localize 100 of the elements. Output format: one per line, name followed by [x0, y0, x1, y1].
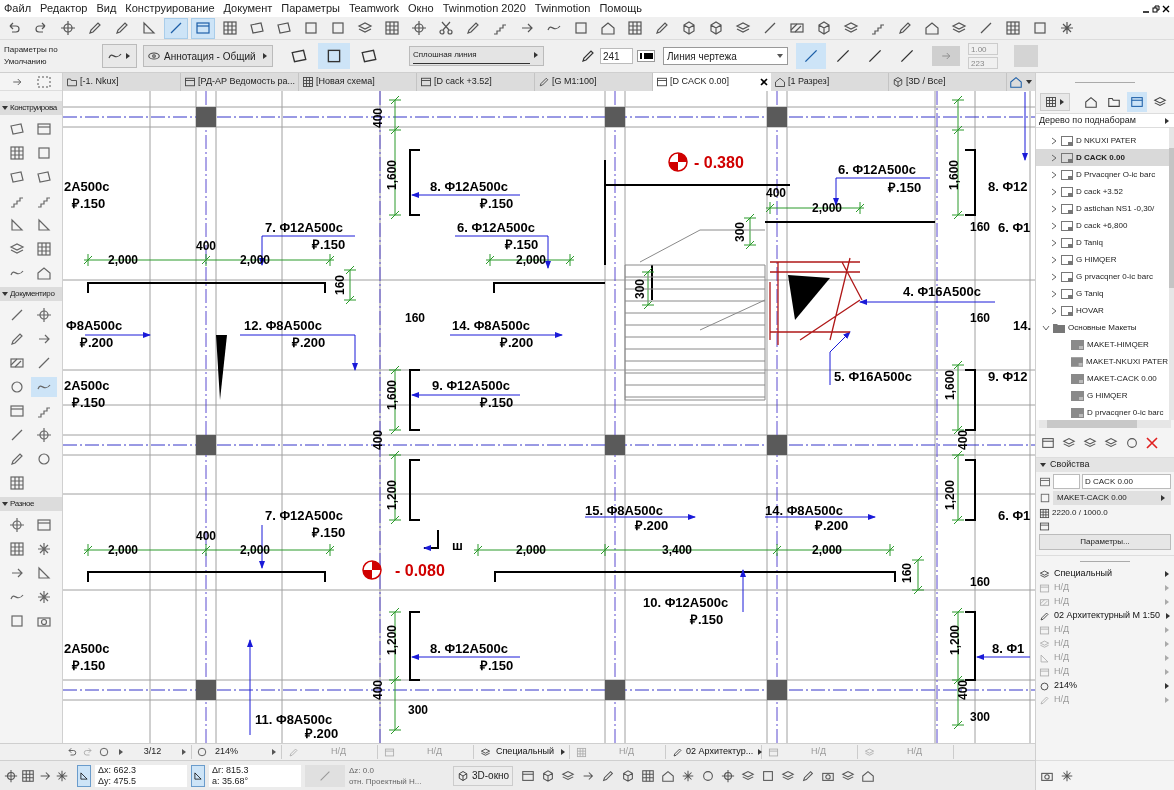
dimension-text: 160	[900, 563, 914, 583]
rebar-label: 9. Φ12A500c	[432, 378, 510, 393]
rebar-label: 15. Φ8A500c	[585, 503, 663, 518]
menu-item[interactable]: Twinmotion	[534, 0, 591, 17]
rebar-label: ₽.150	[480, 395, 514, 410]
rebar-label: 7. Φ12A500c	[265, 508, 343, 523]
rebar-label: 2A500c	[64, 641, 110, 656]
dimension-text: 400	[196, 239, 217, 253]
dimension-text: 1,200	[385, 480, 399, 510]
navigator-item[interactable]: D Taniq	[1036, 234, 1169, 251]
navigator-item[interactable]: HOVAR	[1036, 302, 1169, 319]
rebar-label: 14.	[1013, 318, 1032, 333]
toolbox-section-header[interactable]: Конструирова	[0, 101, 62, 115]
dimension-text: 160	[970, 220, 991, 234]
coordinate-value: a: 35.68°	[212, 775, 250, 787]
navigator-item[interactable]: D astichan NS1 -0,30/	[1036, 200, 1169, 217]
navigator-item[interactable]: G HIMQER	[1036, 251, 1169, 268]
menu-item[interactable]: Редактор	[40, 0, 88, 17]
dimension-text: 400	[956, 430, 970, 450]
dimension-text: 2,000	[240, 253, 271, 267]
toolbox-section-header[interactable]: Документиро	[0, 287, 62, 301]
rebar-label: 2A500c	[64, 179, 110, 194]
status-field[interactable]: Специальный	[478, 745, 570, 759]
menu-item[interactable]: Параметры	[281, 0, 340, 17]
dimension-text: 1,200	[948, 625, 962, 655]
dimension-text: 2,000	[240, 543, 271, 557]
level-text: - 0.380	[694, 154, 744, 171]
menu-item[interactable]: Окно	[408, 0, 434, 17]
3d-window-button[interactable]: 3D-окно	[453, 765, 514, 786]
menu-item[interactable]: Teamwork	[348, 0, 400, 17]
rebar-label: ₽.200	[80, 335, 114, 350]
rebar-label: 6. Φ1	[998, 508, 1031, 523]
menu-item[interactable]: Вид	[96, 0, 117, 17]
view-setting-row[interactable]: 214%	[1036, 679, 1174, 693]
dimension-text: 1,600	[943, 370, 957, 400]
view-tab[interactable]: [D CACK 0.00]	[653, 73, 771, 91]
dimension-text: 1,600	[947, 160, 961, 190]
name-field[interactable]: D CACK 0.00	[1082, 474, 1171, 489]
dimension-text: 160	[405, 311, 426, 325]
rebar-label: 5. Φ16A500c	[834, 369, 912, 384]
rebar-label: 12. Φ8A500c	[244, 318, 322, 333]
dimension-text: 400	[196, 529, 217, 543]
navigator-item[interactable]: MAKET-NKUXI PATER	[1036, 353, 1169, 370]
dimension-text: 1,600	[385, 160, 399, 190]
rebar-label: ₽.200	[635, 518, 669, 533]
line-type-dropdown[interactable]: Сплошная линия	[409, 46, 544, 66]
rebar-label: 14. Φ8A500c	[452, 318, 530, 333]
dimension-text: 3,400	[662, 543, 693, 557]
toolbox-section-header[interactable]: Разное	[0, 497, 62, 511]
layout-dropdown[interactable]: MAKET-CACK 0.00	[1053, 491, 1171, 505]
menu-item[interactable]: Документ	[223, 0, 273, 17]
rebar-label: ₽.150	[312, 525, 346, 540]
parameters-button[interactable]: Параметры...	[1039, 534, 1171, 550]
navigator-item[interactable]: G Taniq	[1036, 285, 1169, 302]
dimension-text: 300	[733, 222, 747, 242]
navigator-item[interactable]: D cack +3.52	[1036, 183, 1169, 200]
navigator-mode-dropdown[interactable]: Дерево по поднаборам	[1036, 113, 1174, 128]
rebar-label: ₽.200	[815, 518, 849, 533]
rebar-label: 6. Φ1	[998, 220, 1031, 235]
dimension-text: 400	[371, 680, 385, 700]
menu-item[interactable]: Помощь	[599, 0, 642, 17]
navigator-item[interactable]: D CACK 0.00	[1036, 149, 1169, 166]
rebar-label: 7. Φ12A500c	[265, 220, 343, 235]
navigator-item[interactable]: G HIMQER	[1036, 387, 1169, 404]
navigator-item[interactable]: MAKET-CACK 0.00	[1036, 370, 1169, 387]
menu-item[interactable]: Файл	[4, 0, 32, 17]
navigator-item[interactable]: D NKUXI PATER	[1036, 132, 1169, 149]
properties-header[interactable]: Свойства	[1036, 458, 1174, 472]
rebar-label: ₽.150	[72, 196, 106, 211]
rebar-label: ₽.150	[480, 658, 514, 673]
rebar-label: ₽.150	[480, 196, 514, 211]
coordinate-value: Δr: 815.3	[212, 764, 250, 776]
pen-field[interactable]: 241	[600, 48, 633, 64]
status-field[interactable]: 02 Архитектур...	[670, 745, 762, 759]
navigator-item[interactable]: MAKET-HIMQER	[1036, 336, 1169, 353]
rebar-label: ₽.200	[292, 335, 326, 350]
zoom-field[interactable]: 214%	[212, 745, 282, 759]
rebar-label: 8. Φ12	[988, 179, 1028, 194]
rebar-label: 6. Φ12A500c	[457, 220, 535, 235]
dimension-text: 160	[970, 575, 991, 589]
navigator-item[interactable]: Основные Макеты	[1036, 319, 1169, 336]
navigator-item[interactable]: D Prvacqner O-ic barc	[1036, 166, 1169, 183]
dimension-text: 2,000	[108, 253, 139, 267]
dimension-text: 400	[766, 186, 787, 200]
menu-item[interactable]: Конструирование	[125, 0, 215, 17]
navigator-item[interactable]: G prvacqner 0-ic barc	[1036, 268, 1169, 285]
view-setting-row[interactable]: 02 Архитектурный М 1:50	[1036, 609, 1174, 623]
view-setting-row[interactable]: Специальный	[1036, 567, 1174, 581]
line-category-dropdown[interactable]: Линия чертежа	[663, 47, 788, 65]
dimension-text: 1,200	[385, 625, 399, 655]
page-navigator[interactable]: 3/12	[114, 745, 192, 759]
dimension-text: 300	[408, 703, 429, 717]
navigator-item[interactable]: D prvacqner 0-ic barc	[1036, 404, 1169, 421]
dimension-text: 1,200	[943, 480, 957, 510]
menu-item[interactable]: Twinmotion 2020	[442, 0, 526, 17]
rebar-label: ₽.150	[72, 658, 106, 673]
navigator-item[interactable]: D cack +6,800	[1036, 217, 1169, 234]
info-box-title: Параметры по Умолчанию	[3, 44, 59, 68]
layer-dropdown[interactable]: Аннотация - Общий	[143, 45, 273, 67]
dimension-text: 2,000	[516, 543, 547, 557]
